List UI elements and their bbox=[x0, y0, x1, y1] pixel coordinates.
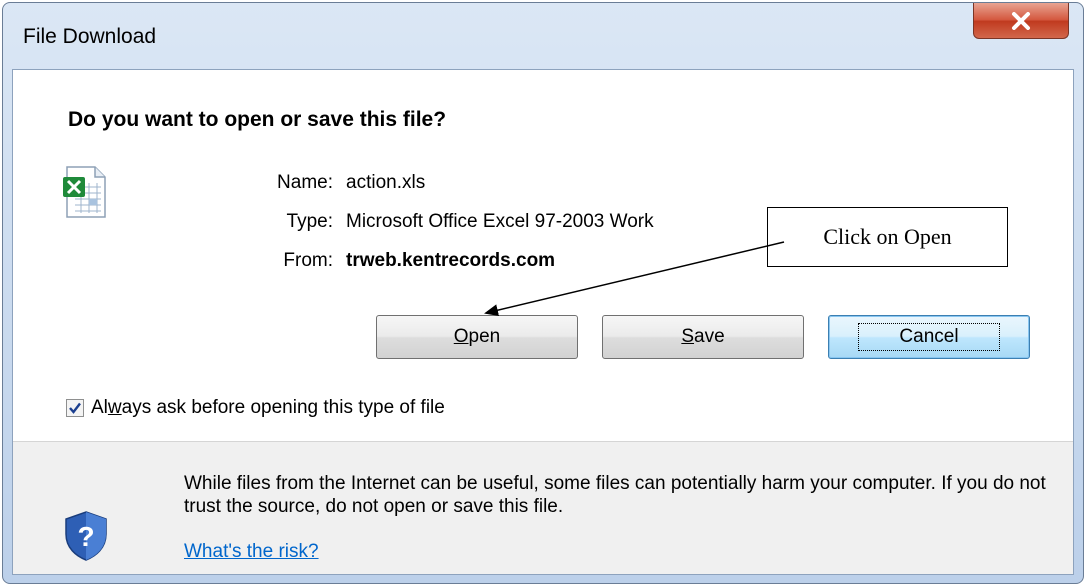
name-value: action.xls bbox=[346, 172, 426, 193]
from-label: From: bbox=[283, 250, 333, 271]
type-label: Type: bbox=[286, 211, 333, 232]
title-bar[interactable]: File Download bbox=[3, 3, 1083, 69]
dialog-question: Do you want to open or save this file? bbox=[68, 108, 447, 131]
type-value: Microsoft Office Excel 97-2003 Work bbox=[346, 211, 654, 232]
close-button[interactable] bbox=[973, 3, 1069, 39]
whats-the-risk-link[interactable]: What's the risk? bbox=[184, 541, 319, 563]
open-button[interactable]: Open bbox=[376, 315, 578, 359]
open-button-label: Open bbox=[453, 326, 501, 347]
always-ask-label[interactable]: Always ask before opening this type of f… bbox=[91, 397, 445, 419]
from-value: trweb.kentrecords.com bbox=[346, 250, 556, 271]
svg-text:?: ? bbox=[77, 521, 94, 552]
save-button[interactable]: Save bbox=[602, 315, 804, 359]
dialog-body: Do you want to open or save this file? N… bbox=[12, 69, 1074, 575]
name-label: Name: bbox=[277, 172, 333, 193]
close-icon bbox=[1012, 11, 1030, 30]
file-download-window: File Download Do you want to open or sav… bbox=[2, 2, 1084, 584]
always-ask-checkbox[interactable] bbox=[66, 399, 84, 417]
window-title: File Download bbox=[23, 25, 157, 48]
warning-text: While files from the Internet can be use… bbox=[184, 473, 1046, 517]
checkmark-icon bbox=[69, 402, 81, 414]
save-button-label: Save bbox=[681, 326, 725, 347]
excel-file-icon bbox=[63, 166, 106, 218]
warning-panel: ? While files from the Internet can be u… bbox=[13, 441, 1073, 574]
annotation-callout: Click on Open bbox=[767, 207, 1008, 267]
cancel-button[interactable]: Cancel bbox=[828, 315, 1030, 359]
cancel-button-label: Cancel bbox=[858, 323, 1000, 351]
shield-question-icon: ? bbox=[65, 511, 107, 561]
